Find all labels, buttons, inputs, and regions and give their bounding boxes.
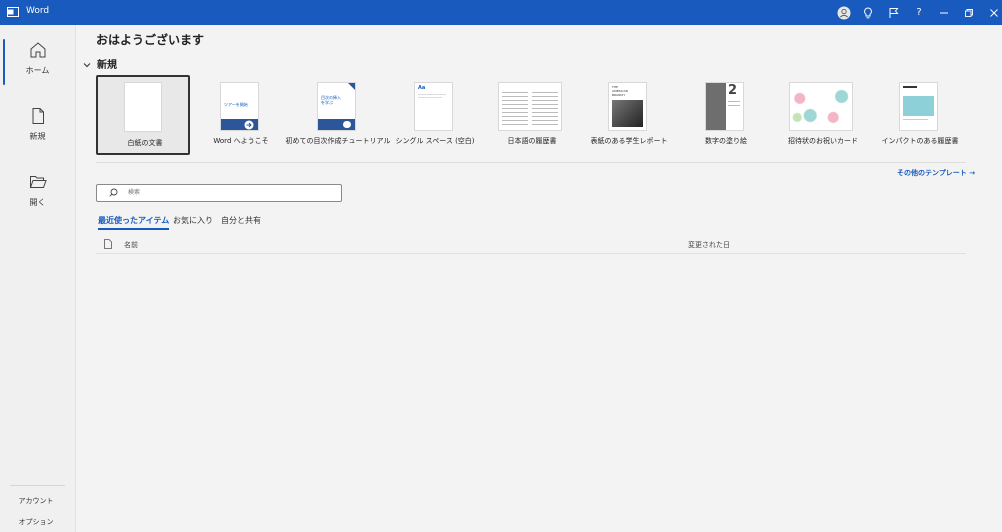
search-icon — [109, 188, 118, 197]
sidebar-item-label: ホーム — [25, 66, 50, 75]
active-indicator — [3, 39, 5, 85]
template-impact-resume[interactable]: インパクトのある履歴書 — [873, 75, 967, 155]
column-header-modified[interactable]: 変更された日 — [688, 240, 730, 250]
thumb-text: 2 — [728, 83, 738, 98]
options-link[interactable]: オプション — [0, 517, 72, 527]
template-gallery: 白紙の文書 ツアーを開始 Word へようこそ 目次の挿入を学ぶ 初めての目次作… — [96, 75, 966, 157]
template-thumbnail — [790, 83, 852, 130]
minimize-icon — [940, 12, 948, 13]
close-button[interactable] — [984, 3, 1002, 22]
sidebar-divider — [10, 485, 65, 486]
section-title: 新規 — [97, 60, 117, 71]
sidebar-item-label: 新規 — [29, 132, 46, 141]
lightbulb-icon — [864, 6, 872, 18]
tips-button[interactable] — [858, 3, 878, 22]
template-single-spaced[interactable]: Aa シングル スペース (空白) — [388, 75, 482, 155]
sidebar-item-home[interactable]: ホーム — [0, 33, 75, 91]
new-document-icon — [32, 108, 44, 124]
thumb-text: 目次の挿入を学ぶ — [321, 95, 341, 105]
help-icon: ? — [916, 7, 922, 18]
account-link[interactable]: アカウント — [0, 496, 72, 506]
template-label: インパクトのある履歴書 — [881, 137, 959, 145]
sidebar-item-open[interactable]: 開く — [0, 165, 75, 223]
page-title: おはようございます — [96, 33, 205, 47]
restore-icon — [965, 8, 973, 17]
template-thumbnail: 2 — [706, 83, 743, 130]
folder-open-icon — [29, 176, 47, 188]
main-content: おはようございます 新規 白紙の文書 ツアーを開始 Word へようこそ 目次の… — [76, 25, 1002, 532]
arrow-right-icon — [244, 120, 254, 130]
account-button[interactable] — [834, 3, 854, 22]
restore-button[interactable] — [959, 3, 979, 22]
home-icon — [30, 42, 46, 58]
template-blank-document[interactable]: 白紙の文書 — [96, 75, 190, 155]
template-thumbnail — [125, 83, 161, 131]
template-thumbnail: ツアーを開始 — [221, 83, 258, 130]
thumb-text: Aa — [418, 85, 426, 91]
template-thumbnail — [499, 83, 561, 130]
help-button[interactable]: ? — [909, 3, 929, 22]
search-input[interactable] — [128, 186, 328, 199]
thumb-text: ツアーを開始 — [224, 102, 248, 107]
document-icon — [104, 239, 112, 249]
search-box[interactable] — [96, 184, 342, 202]
section-divider — [96, 162, 966, 163]
scrollbar[interactable] — [993, 25, 1002, 532]
template-student-report[interactable]: THE AMERICAN BRANCH 表紙のある学生レポート — [582, 75, 676, 155]
template-thumbnail: Aa — [415, 83, 452, 130]
close-icon — [990, 8, 998, 17]
chevron-down-icon — [83, 61, 95, 70]
template-welcome[interactable]: ツアーを開始 Word へようこそ — [194, 75, 288, 155]
template-invitation-card[interactable]: 招待状のお祝いカード — [776, 75, 870, 155]
app-title: Word — [26, 6, 50, 16]
template-japanese-resume[interactable]: 日本語の履歴書 — [485, 75, 579, 155]
title-bar: Word ? — [0, 0, 1002, 25]
sidebar: ホーム 新規 開く アカウント オプション — [0, 25, 76, 532]
template-thumbnail — [900, 83, 937, 130]
template-number-coloring[interactable]: 2 数字の塗り絵 — [679, 75, 773, 155]
account-icon — [837, 6, 851, 19]
template-toc-tutorial[interactable]: 目次の挿入を学ぶ 初めての目次作成チュートリアル — [286, 75, 390, 155]
thumb-text: THE AMERICAN BRANCH — [612, 85, 628, 97]
feedback-icon — [889, 7, 899, 18]
minimize-button[interactable] — [934, 3, 954, 22]
more-templates-link[interactable]: その他のテンプレート → — [897, 168, 975, 178]
template-thumbnail: THE AMERICAN BRANCH — [609, 83, 646, 130]
tab-shared[interactable]: 自分と共有 — [221, 215, 261, 226]
tab-favorites[interactable]: お気に入り — [173, 215, 213, 226]
sidebar-item-new[interactable]: 新規 — [0, 99, 75, 157]
file-list-header: 名前 変更された日 — [96, 237, 966, 254]
feedback-button[interactable] — [883, 3, 903, 22]
tab-recent[interactable]: 最近使ったアイテム — [98, 215, 170, 230]
column-header-name[interactable]: 名前 — [124, 240, 138, 250]
template-thumbnail: 目次の挿入を学ぶ — [318, 83, 355, 130]
new-section-header[interactable]: 新規 — [83, 56, 117, 71]
word-logo-icon — [7, 7, 19, 17]
sidebar-item-label: 開く — [29, 198, 46, 207]
